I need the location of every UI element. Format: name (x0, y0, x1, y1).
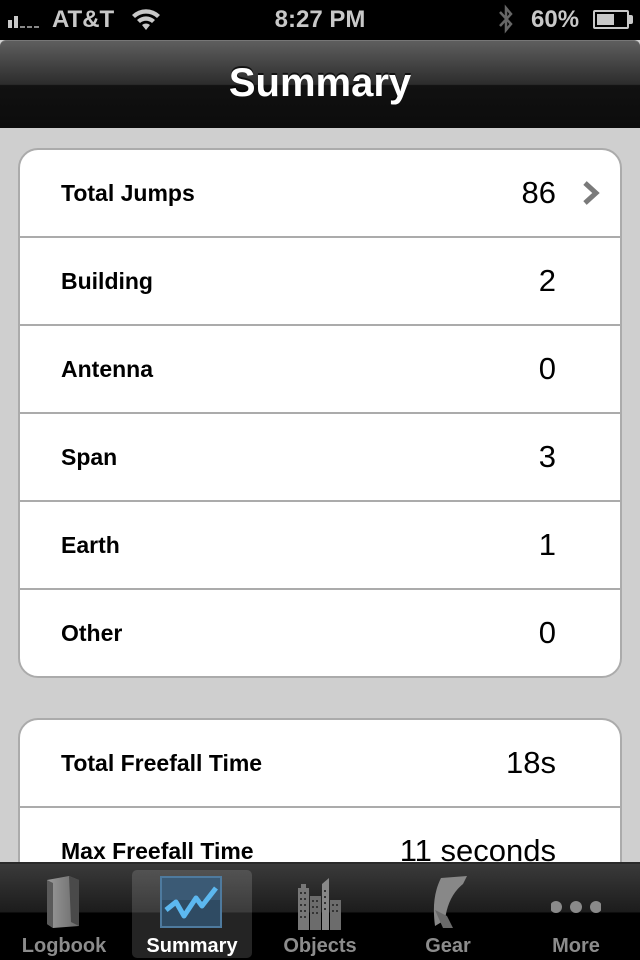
freefall-group: Total Freefall Time 18s Max Freefall Tim… (18, 718, 622, 862)
tab-label: Logbook (21, 935, 107, 957)
summary-content[interactable]: Total Jumps 86 Building 2 Antenna 0 Span… (0, 128, 640, 862)
logbook-icon (47, 876, 79, 928)
row-total-freefall-time: Total Freefall Time 18s (20, 720, 620, 808)
buildings-icon (298, 878, 341, 930)
battery-percent: 60% (531, 6, 580, 33)
row-total-jumps[interactable]: Total Jumps 86 (20, 150, 620, 238)
row-value: 2 (538, 263, 556, 298)
tab-summary[interactable]: Summary (128, 864, 256, 960)
row-value: 18s (506, 745, 556, 780)
row-max-freefall-time: Max Freefall Time 11 seconds (20, 808, 620, 862)
row-label: Max Freefall Time (61, 838, 254, 862)
tab-logbook[interactable]: Logbook (0, 864, 128, 960)
tab-more[interactable]: More (512, 864, 640, 960)
tab-label: Objects (283, 935, 357, 957)
row-value: 0 (538, 351, 556, 386)
row-label: Other (61, 620, 123, 646)
tab-bar: Logbook Summary Objects Gear More (0, 862, 640, 960)
row-other: Other 0 (20, 590, 620, 676)
gear-canopy-icon (433, 876, 467, 928)
page-title: Summary (228, 61, 412, 105)
row-label: Earth (61, 532, 120, 558)
row-value: 0 (538, 615, 556, 650)
tab-label: Gear (425, 935, 471, 957)
jump-counts-group: Total Jumps 86 Building 2 Antenna 0 Span… (18, 148, 622, 678)
tab-gear[interactable]: Gear (384, 864, 512, 960)
tab-objects[interactable]: Objects (256, 864, 384, 960)
row-earth: Earth 1 (20, 502, 620, 590)
battery-icon (593, 10, 629, 29)
row-label: Span (61, 444, 118, 470)
row-value: 86 (521, 175, 556, 210)
row-antenna: Antenna 0 (20, 326, 620, 414)
row-building: Building 2 (20, 238, 620, 326)
chart-icon (160, 876, 222, 928)
status-bar: AT&T 8:27 PM 60% (0, 0, 640, 40)
row-label: Building (61, 268, 153, 294)
row-value: 1 (538, 527, 556, 562)
tab-label: Summary (146, 935, 238, 957)
battery-tip (629, 15, 633, 24)
tab-label: More (552, 935, 600, 957)
chevron-right-icon (583, 181, 600, 205)
row-value: 11 seconds (399, 833, 556, 862)
more-icon (551, 901, 601, 913)
battery-fill (597, 14, 614, 25)
navigation-bar: Summary (0, 40, 640, 128)
bluetooth-icon (499, 4, 513, 34)
row-label: Total Jumps (61, 180, 195, 206)
row-label: Total Freefall Time (61, 750, 263, 776)
row-value: 3 (538, 439, 556, 474)
row-span: Span 3 (20, 414, 620, 502)
row-label: Antenna (61, 356, 153, 382)
